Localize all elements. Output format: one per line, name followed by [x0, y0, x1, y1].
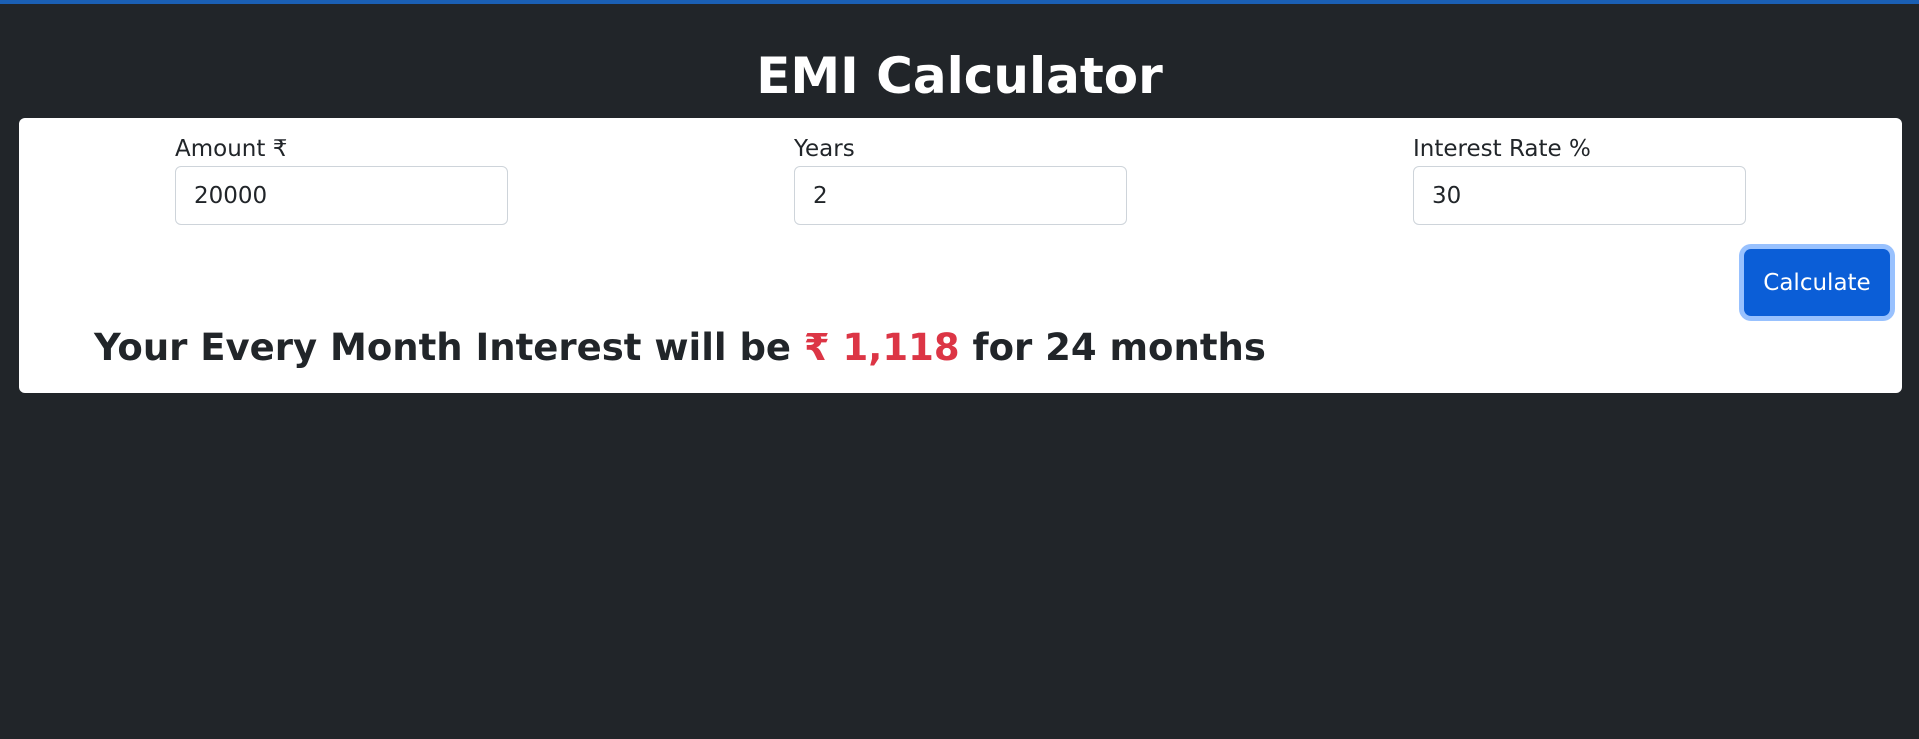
top-accent-bar [0, 0, 1919, 4]
years-label: Years [794, 136, 855, 162]
calculate-button[interactable]: Calculate [1744, 249, 1890, 316]
interest-rate-label: Interest Rate % [1413, 136, 1591, 162]
calculator-card: Amount ₹ Years Interest Rate % Calculate… [19, 118, 1902, 393]
amount-field-group: Amount ₹ [175, 134, 508, 225]
result-suffix: for 24 months [972, 326, 1266, 369]
years-input[interactable] [794, 166, 1127, 225]
result-prefix: Your Every Month Interest will be [94, 326, 792, 369]
page-title: EMI Calculator [756, 47, 1163, 105]
result-text: Your Every Month Interest will be ₹ 1,11… [94, 324, 1266, 372]
amount-input[interactable] [175, 166, 508, 225]
years-field-group: Years [794, 134, 1127, 225]
amount-label: Amount ₹ [175, 136, 288, 162]
interest-rate-field-group: Interest Rate % [1413, 134, 1746, 225]
interest-rate-input[interactable] [1413, 166, 1746, 225]
emi-amount: ₹ 1,118 [803, 326, 960, 369]
